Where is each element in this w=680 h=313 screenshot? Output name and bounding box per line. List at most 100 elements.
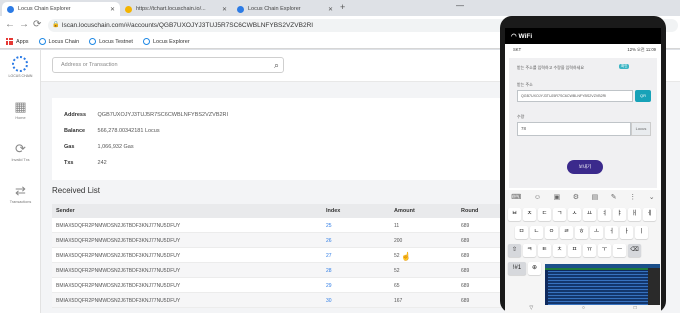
thumbnail-accent — [545, 268, 660, 270]
reload-icon[interactable]: ⟳ — [33, 19, 41, 30]
keyboard-row-1: ㅂㅈㄷㄱㅅㅛㅕㅑㅐㅔ — [508, 208, 658, 221]
key[interactable]: ㅣ — [635, 226, 648, 239]
emoji-icon[interactable]: ☺ — [534, 194, 541, 201]
tab-tchart[interactable]: https://tchart.locuschain.io/... ✕ — [120, 2, 232, 16]
chevron-down-icon[interactable]: ⌄ — [649, 193, 655, 201]
key[interactable]: ㅋ — [523, 244, 536, 257]
address-field[interactable]: QGB7UXOJYJ3TUJ5R7SC6CWBLNFYBS2VZVB2RI — [517, 90, 633, 102]
more-icon[interactable]: ⋮ — [629, 193, 636, 201]
key[interactable]: ㅜ — [598, 244, 611, 257]
column-header-amount[interactable]: Amount — [394, 208, 415, 214]
round-cell: 689 — [461, 223, 470, 229]
table-row[interactable]: BMIAX5DQFR2PNMWDSN2J6TBDF3KNJ77NU5DFUY 2… — [52, 218, 522, 233]
send-button[interactable]: 보내기 — [567, 160, 603, 174]
index-cell[interactable]: 27 — [326, 253, 332, 259]
sender-cell[interactable]: BMIAX5DQFR2PNMWDSN2J6TBDF3KNJ77NU5DFUY — [56, 238, 180, 244]
confirm-tag[interactable]: 확인 — [619, 64, 630, 69]
pen-icon[interactable]: ✎ — [611, 193, 617, 201]
table-row[interactable]: BMIAX5DQFR2PNMWDSN2J6TBDF3KNJ77NU5DFUY 2… — [52, 248, 522, 263]
bookmark-locus-testnet[interactable]: Locus Testnet — [89, 38, 133, 45]
sidebar-item-invalid-txs[interactable]: ⟳ Invalid Txs — [0, 142, 41, 163]
sender-cell[interactable]: BMIAX5DQFR2PNMWDSN2J6TBDF3KNJ77NU5DFUY — [56, 283, 180, 289]
column-header-index[interactable]: Index — [326, 208, 340, 214]
sidebar-item-home[interactable]: ▦ Home — [0, 100, 41, 121]
row-value: 566,278.00342181 Locus — [97, 128, 160, 134]
table-row[interactable]: BMIAX5DQFR2PNMWDSN2J6TBDF3KNJ77NU5DFUY 3… — [52, 293, 522, 308]
new-tab-button[interactable]: + — [340, 2, 345, 12]
key[interactable]: ㅍ — [568, 244, 581, 257]
shift-key-icon[interactable]: ⇧ — [508, 244, 521, 257]
sender-cell[interactable]: BMIAX5DQFR2PNMWDSN2J6TBDF3KNJ77NU5DFUY — [56, 268, 180, 274]
key[interactable]: ㄴ — [530, 226, 543, 239]
key[interactable]: ㅡ — [613, 244, 626, 257]
back-nav-icon[interactable]: ▽ — [529, 305, 533, 313]
amount-field[interactable]: 78 — [517, 122, 631, 136]
close-tab-icon[interactable]: ✕ — [110, 6, 115, 13]
key[interactable]: ㅊ — [553, 244, 566, 257]
key[interactable]: ㅈ — [523, 208, 536, 221]
locus-favicon-icon — [89, 38, 97, 45]
key[interactable]: ㅁ — [515, 226, 528, 239]
minimize-button[interactable]: — — [456, 1, 464, 10]
key[interactable]: ㅅ — [568, 208, 581, 221]
search-icon[interactable]: ⌕ — [274, 58, 279, 72]
key[interactable]: ㅗ — [590, 226, 603, 239]
close-tab-icon[interactable]: ✕ — [222, 6, 227, 13]
search-input[interactable]: Address or Transaction ⌕ — [52, 57, 284, 73]
key[interactable]: ㅑ — [613, 208, 626, 221]
key[interactable]: ㄷ — [538, 208, 551, 221]
key[interactable]: ㅂ — [508, 208, 521, 221]
index-cell[interactable]: 29 — [326, 283, 332, 289]
symbols-key[interactable]: !#1 — [508, 262, 526, 275]
round-cell: 689 — [461, 238, 470, 244]
key[interactable]: ㅌ — [538, 244, 551, 257]
key[interactable]: ㅏ — [620, 226, 633, 239]
sticker-icon[interactable]: ▣ — [554, 193, 561, 201]
key[interactable]: ㅐ — [628, 208, 641, 221]
table-row[interactable]: BMIAX5DQFR2PNMWDSN2J6TBDF3KNJ77NU5DFUY 2… — [52, 233, 522, 248]
key[interactable]: ㄱ — [553, 208, 566, 221]
sender-cell[interactable]: BMIAX5DQFR2PNMWDSN2J6TBDF3KNJ77NU5DFUY — [56, 223, 180, 229]
key[interactable]: ㅕ — [598, 208, 611, 221]
key[interactable]: ㅓ — [605, 226, 618, 239]
keyboard-icon[interactable]: ⌨ — [511, 193, 521, 201]
sidebar-item-label: Transactions — [9, 200, 32, 204]
account-row-balance: Balance 566,278.00342181 Locus — [64, 128, 160, 134]
bookmark-apps[interactable]: Apps — [6, 38, 29, 45]
sender-cell[interactable]: BMIAX5DQFR2PNMWDSN2J6TBDF3KNJ77NU5DFUY — [56, 253, 180, 259]
key[interactable]: ㅔ — [643, 208, 656, 221]
recents-nav-icon[interactable]: □ — [634, 305, 637, 313]
backspace-key-icon[interactable]: ⌫ — [628, 244, 641, 257]
globe-key-icon[interactable]: ⊕ — [528, 262, 541, 275]
locus-logo-icon[interactable] — [12, 56, 28, 72]
qr-scan-button[interactable]: QR — [635, 90, 651, 102]
table-body: BMIAX5DQFR2PNMWDSN2J6TBDF3KNJ77NU5DFUY 2… — [52, 218, 522, 308]
index-cell[interactable]: 25 — [326, 223, 332, 229]
key[interactable]: ㅠ — [583, 244, 596, 257]
bookmark-locus-explorer[interactable]: Locus Explorer — [142, 38, 190, 45]
clipboard-icon[interactable]: ▤ — [592, 193, 599, 201]
table-row[interactable]: BMIAX5DQFR2PNMWDSN2J6TBDF3KNJ77NU5DFUY 2… — [52, 263, 522, 278]
back-arrow-icon[interactable]: ← — [5, 19, 15, 30]
key[interactable]: ㅛ — [583, 208, 596, 221]
column-header-sender[interactable]: Sender — [56, 208, 75, 214]
index-cell[interactable]: 26 — [326, 238, 332, 244]
key[interactable]: ㄹ — [560, 226, 573, 239]
sidebar-item-transactions[interactable]: ⇄ Transactions — [0, 184, 41, 205]
index-cell[interactable]: 30 — [326, 298, 332, 304]
index-cell[interactable]: 28 — [326, 268, 332, 274]
tab-locus-explorer-1[interactable]: Locus Chain Explorer ✕ — [2, 2, 120, 16]
settings-icon[interactable]: ⚙ — [573, 193, 579, 201]
sender-cell[interactable]: BMIAX5DQFR2PNMWDSN2J6TBDF3KNJ77NU5DFUY — [56, 298, 180, 304]
key[interactable]: ㅇ — [545, 226, 558, 239]
tab-locus-explorer-2[interactable]: Locus Chain Explorer ✕ — [232, 2, 338, 16]
forward-arrow-icon[interactable]: → — [19, 19, 29, 30]
close-tab-icon[interactable]: ✕ — [328, 6, 333, 13]
table-row[interactable]: BMIAX5DQFR2PNMWDSN2J6TBDF3KNJ77NU5DFUY 2… — [52, 278, 522, 293]
home-nav-icon[interactable]: ○ — [582, 305, 585, 313]
key[interactable]: ㅎ — [575, 226, 588, 239]
column-header-round[interactable]: Round — [461, 208, 478, 214]
bookmark-locus-chain[interactable]: Locus Chain — [38, 38, 79, 45]
locus-favicon-icon — [38, 38, 46, 45]
table-header: Sender Index Amount Round — [52, 204, 522, 218]
